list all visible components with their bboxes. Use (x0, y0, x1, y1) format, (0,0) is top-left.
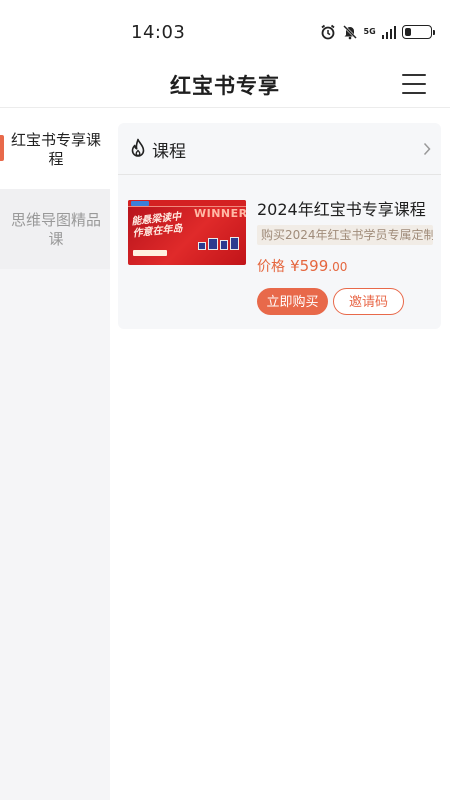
course-thumbnail[interactable]: 能悬梁读中 作意在年岛 WINNER (128, 200, 246, 265)
status-time: 14:03 (131, 22, 186, 43)
price-currency: ¥ (290, 257, 300, 275)
page-title: 红宝书专享 (170, 74, 280, 98)
status-bar: 14:03 5G (0, 0, 450, 62)
thumbnail-slogan: 能悬梁读中 作意在年岛 (130, 211, 184, 240)
chevron-right-icon[interactable] (423, 142, 431, 156)
category-sidebar: 红宝书专享课程 思维导图精品课 (0, 109, 110, 800)
sidebar-item-hongbaoshu-course[interactable]: 红宝书专享课程 (0, 109, 110, 189)
section-header[interactable]: 课程 (118, 123, 441, 175)
section-title: 课程 (152, 142, 186, 162)
course-description: 购买2024年红宝书学员专属定制 (257, 225, 433, 245)
sidebar-item-mindmap-course[interactable]: 思维导图精品课 (0, 189, 110, 269)
5g-icon: 5G (363, 27, 376, 36)
sidebar-item-label: 思维导图精品课 (10, 211, 101, 248)
mute-icon (342, 25, 357, 40)
status-icons: 5G (320, 24, 435, 40)
buy-now-button[interactable]: 立即购买 (257, 288, 328, 315)
signal-icon (381, 25, 396, 39)
thumbnail-winner-text: WINNER (194, 207, 246, 220)
brand-logo (131, 201, 149, 206)
course-section-card: 课程 能悬梁读中 作意在年岛 WINNER 2024年红宝书专享课程 购买202… (118, 123, 441, 329)
fire-icon (131, 138, 145, 157)
battery-fill (405, 28, 411, 36)
menu-icon[interactable] (402, 74, 426, 94)
invite-code-button[interactable]: 邀请码 (333, 288, 404, 315)
price-decimal: .00 (328, 260, 348, 274)
course-name[interactable]: 2024年红宝书专享课程 (257, 196, 426, 220)
app-header: 红宝书专享 (0, 62, 450, 108)
battery-icon (402, 25, 435, 39)
thumbnail-tag (133, 250, 167, 256)
price-label: 价格 (257, 259, 285, 275)
thumbnail-books (198, 236, 240, 250)
alarm-icon (320, 24, 335, 40)
main-content: 课程 能悬梁读中 作意在年岛 WINNER 2024年红宝书专享课程 购买202… (110, 109, 450, 800)
sidebar-item-label: 红宝书专享课程 (10, 131, 101, 168)
price-integer: 599 (299, 257, 329, 275)
course-price: 价格 ¥599.00 (257, 256, 347, 276)
